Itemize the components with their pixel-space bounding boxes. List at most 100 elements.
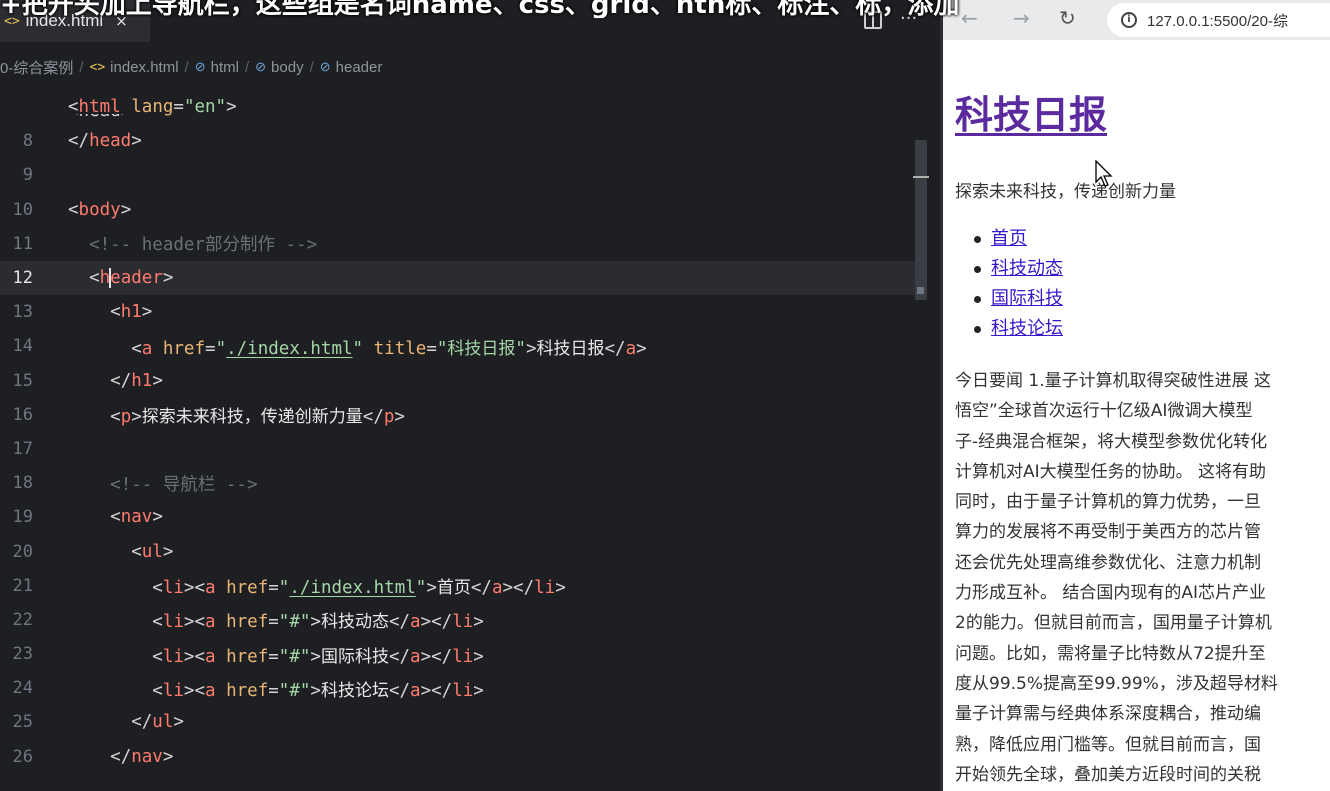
code-line-16[interactable]: 16 <p>探索未来科技，传递创新力量</p> — [0, 398, 915, 432]
code-line-23[interactable]: 23 <li><a href="#">国际科技</a></li> — [0, 637, 915, 671]
more-actions-icon[interactable]: ··· — [900, 8, 917, 29]
code-text: </nav> — [110, 746, 174, 767]
reload-icon[interactable]: ↻ — [1059, 6, 1076, 30]
breadcrumb-separator: / — [79, 58, 84, 76]
nav-link-forum[interactable]: 科技论坛 — [991, 318, 1063, 339]
address-bar[interactable]: i 127.0.0.1:5500/20-综 — [1107, 3, 1330, 37]
line-number: 26 — [12, 746, 33, 767]
breadcrumb-folder[interactable]: 0-综合案例 — [0, 57, 73, 78]
element-icon: ⊘ — [319, 59, 331, 74]
url-text: 127.0.0.1:5500/20-综 — [1147, 12, 1288, 30]
breadcrumb: 0-综合案例 / <> index.html / ⊘ html / ⊘ body… — [0, 56, 382, 78]
code-text: <ul> — [131, 541, 174, 562]
code-text: <li><a href="#">科技动态</a></li> — [152, 612, 484, 633]
line-number: 17 — [12, 438, 33, 459]
code-line-14[interactable]: 14 <a href="./index.html" title="科技日报">科… — [0, 329, 915, 363]
close-icon[interactable]: × — [115, 12, 128, 30]
breadcrumb-html[interactable]: html — [211, 59, 239, 76]
line-number: 11 — [12, 233, 33, 254]
nav-link-home[interactable]: 首页 — [991, 228, 1027, 249]
nav-link-intl-tech[interactable]: 国际科技 — [991, 288, 1063, 309]
code-area[interactable]: <html lang="en"> 8 </head> 9 10 <body> 11 … — [0, 90, 915, 774]
forward-icon[interactable]: → — [1013, 6, 1030, 30]
code-line-10[interactable]: 10 <body> — [0, 193, 915, 227]
code-line-21[interactable]: 21 <li><a href="./index.html">首页</a></li… — [0, 569, 915, 603]
code-text: <a href="./index.html" title="科技日报">科技日报… — [131, 338, 647, 359]
code-text: <h1> — [110, 302, 153, 323]
line-number: 22 — [12, 609, 33, 630]
breadcrumb-file[interactable]: index.html — [110, 59, 178, 76]
article-line: 度从99.5%提高至99.99%，涉及超导材料 — [955, 673, 1278, 694]
line-number: 24 — [12, 678, 33, 699]
code-text: <header> — [89, 268, 174, 289]
info-icon[interactable]: i — [1121, 12, 1137, 28]
line-number: 12 — [12, 268, 33, 289]
nav-item: 科技动态 — [974, 254, 1330, 284]
code-line-22[interactable]: 22 <li><a href="#">科技动态</a></li> — [0, 603, 915, 637]
code-text: <!-- 导航栏 --> — [110, 474, 258, 495]
article-line: 悟空”全球首次运行十亿级AI微调大模型 — [955, 401, 1253, 422]
code-text: </ul> — [131, 712, 184, 733]
line-number: 20 — [12, 541, 33, 562]
breadcrumb-header[interactable]: header — [336, 59, 383, 76]
code-line-17[interactable]: 17 — [0, 432, 915, 466]
sticky-scroll-overflow: <head> — [68, 114, 148, 126]
tab-index-html[interactable]: <> index.html × — [0, 0, 150, 42]
article-line: 今日要闻 1.量子计算机取得突破性进展 这 — [955, 371, 1272, 391]
line-number: 16 — [12, 404, 33, 425]
code-text: <!-- header部分制作 --> — [89, 235, 318, 256]
split-editor-icon[interactable] — [864, 11, 882, 29]
line-number: 10 — [12, 199, 33, 220]
article-line: 计算机对AI大模型任务的协助。 这将有助 — [955, 461, 1267, 482]
article-line: 问题。比如，需将量子比特数从72提升至 — [955, 643, 1266, 664]
code-line-18[interactable]: 18 <!-- 导航栏 --> — [0, 466, 915, 500]
code-editor[interactable]: <> index.html × ··· 0-综合案例 / <> index.ht… — [0, 0, 940, 791]
line-number: 25 — [12, 712, 33, 733]
browser-toolbar: ← → ↻ i 127.0.0.1:5500/20-综 — [943, 0, 1330, 40]
article-line: 算力的发展将不再受制于美西方的芯片管 — [955, 522, 1261, 543]
code-line-13[interactable]: 13 <h1> — [0, 295, 915, 329]
rendered-page: 科技日报 探索未来科技，传递创新力量 首页 科技动态 国际科技 科技论坛 今日要… — [955, 40, 1330, 790]
nav-item: 国际科技 — [974, 284, 1330, 314]
article-line: 量子计算需与经典体系深度耦合，推动编 — [955, 704, 1261, 725]
tab-label: index.html — [25, 11, 104, 30]
code-text: <li><a href="#">国际科技</a></li> — [152, 646, 484, 667]
page-nav-list: 首页 科技动态 国际科技 科技论坛 — [955, 224, 1330, 344]
html-file-icon: <> — [4, 13, 20, 29]
line-number: 21 — [12, 575, 33, 596]
nav-link-tech-news[interactable]: 科技动态 — [991, 258, 1063, 279]
article-line: 同时，由于量子计算机的算力优势，一旦 — [955, 492, 1261, 513]
code-line-12[interactable]: 12 <header> — [0, 260, 915, 296]
code-line-19[interactable]: 19 <nav> — [0, 500, 915, 534]
code-text: </head> — [68, 131, 142, 152]
back-icon[interactable]: ← — [961, 6, 978, 30]
article-text: 今日要闻 1.量子计算机取得突破性进展 这 悟空”全球首次运行十亿级AI微调大模… — [955, 366, 1330, 790]
line-number: 14 — [12, 336, 33, 357]
html-file-icon: <> — [89, 59, 106, 75]
nav-item: 科技论坛 — [974, 314, 1330, 344]
line-number: 15 — [12, 370, 33, 391]
code-line-11[interactable]: 11 <!-- header部分制作 --> — [0, 227, 915, 261]
page-title-link[interactable]: 科技日报 — [955, 93, 1107, 137]
article-line: 熟，降低应用门槛等。但就目前而言，国 — [955, 734, 1261, 755]
element-icon: ⊘ — [255, 59, 267, 74]
browser-preview[interactable]: ← → ↻ i 127.0.0.1:5500/20-综 科技日报 探索未来科技，… — [940, 0, 1330, 791]
breadcrumb-body[interactable]: body — [271, 59, 304, 76]
code-line-20[interactable]: 20 <ul> — [0, 534, 915, 568]
code-text: </h1> — [110, 370, 163, 391]
code-line-8[interactable]: 8 </head> — [0, 124, 915, 158]
line-number: 13 — [12, 302, 33, 323]
article-line: 还会优先处理高维参数优化、注意力机制 — [955, 552, 1261, 573]
code-line-24[interactable]: 24 <li><a href="#">科技论坛</a></li> — [0, 671, 915, 705]
code-line-9[interactable]: 9 — [0, 158, 915, 192]
code-line-26[interactable]: 26 </nav> — [0, 740, 915, 774]
code-line-15[interactable]: 15 </h1> — [0, 364, 915, 398]
scrollbar-marker — [917, 287, 924, 294]
editor-scrollbar[interactable] — [915, 140, 927, 300]
nav-item: 首页 — [974, 224, 1330, 254]
code-line-25[interactable]: 25 </ul> — [0, 705, 915, 739]
element-icon: ⊘ — [194, 59, 206, 74]
mouse-pointer-icon — [1095, 160, 1113, 187]
scrollbar-cursor-marker — [913, 176, 929, 178]
breadcrumb-separator: / — [309, 58, 314, 76]
